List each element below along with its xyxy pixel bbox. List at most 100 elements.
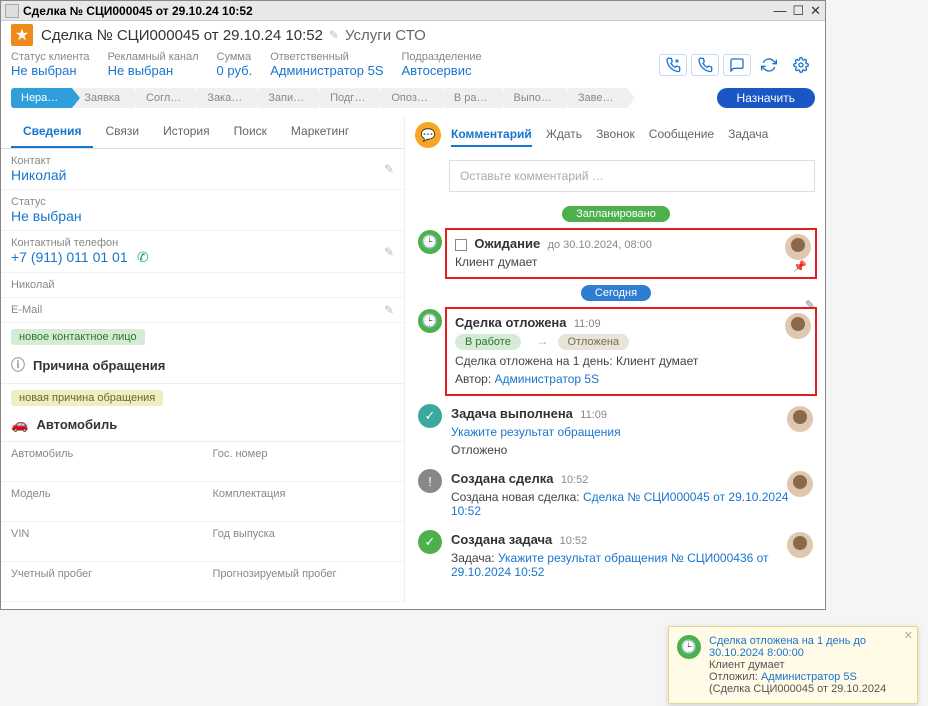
- section-auto[interactable]: 🚗 Автомобиль ✎: [1, 408, 404, 442]
- email-field[interactable]: E-Mail ✎: [1, 298, 404, 323]
- field-kompl[interactable]: Комплектация: [203, 482, 405, 522]
- contact-field[interactable]: Контакт Николай ✎: [1, 149, 404, 190]
- comment-main-icon: 💬: [415, 122, 441, 148]
- field-model[interactable]: Модель: [1, 482, 203, 522]
- stage-item[interactable]: Опоз…: [381, 88, 442, 108]
- task-created-link[interactable]: Укажите результат обращения № СЦИ000436 …: [451, 551, 769, 579]
- stage-item[interactable]: Выпо…: [504, 88, 566, 108]
- stage-bar: Нера… Заявка Согл… Зака… Запи… Подг… Опо…: [1, 84, 825, 116]
- field-predicted[interactable]: Прогнозируемый пробег: [203, 562, 405, 602]
- tl-task-created: ✓ Создана задача 10:52 Задача: Укажите р…: [415, 528, 817, 583]
- pill-to: Отложена: [558, 334, 630, 350]
- deal-subtitle: Услуги СТО: [345, 27, 426, 44]
- pill-from: В работе: [455, 334, 521, 350]
- comment-input[interactable]: Оставьте комментарий …: [449, 160, 815, 192]
- maximize-button[interactable]: ☐: [792, 3, 804, 19]
- avatar: [785, 234, 811, 260]
- edit-icon[interactable]: ✎: [384, 303, 394, 317]
- field-mileage[interactable]: Учетный пробег: [1, 562, 203, 602]
- arrow-icon: →: [536, 334, 548, 348]
- tag-new-reason: новая причина обращения: [11, 390, 163, 406]
- minimize-button[interactable]: —: [773, 3, 786, 19]
- rp-tab-message[interactable]: Сообщение: [649, 123, 714, 147]
- deal-title: Сделка № СЦИ000045 от 29.10.24 10:52: [41, 27, 323, 44]
- timeline: Запланировано 🕒 Ожидание до 30.10.2024, …: [415, 202, 825, 602]
- tl-deal-created-content[interactable]: Создана сделка 10:52 Создана новая сделк…: [445, 467, 817, 522]
- tab-marketing[interactable]: Маркетинг: [279, 116, 361, 148]
- pin-icon[interactable]: 📌: [793, 260, 807, 273]
- gear-icon[interactable]: [787, 54, 815, 76]
- rp-tab-comment[interactable]: Комментарий: [451, 123, 532, 147]
- left-tabs: Сведения Связи История Поиск Маркетинг: [1, 116, 404, 149]
- tl-task-created-content[interactable]: Создана задача 10:52 Задача: Укажите рез…: [445, 528, 817, 583]
- meta-responsible[interactable]: Ответственный Администратор 5S: [270, 51, 383, 78]
- tab-info[interactable]: Сведения: [11, 116, 93, 148]
- edit-icon[interactable]: ✎: [384, 162, 394, 176]
- toast-line1[interactable]: Сделка отложена на 1 день до 30.10.2024 …: [709, 635, 866, 659]
- avatar: [785, 313, 811, 339]
- auto-grid: Автомобиль Гос. номер Модель Комплектаци…: [1, 442, 404, 602]
- phone-field[interactable]: Контактный телефон +7 (911) 011 01 01 ✆ …: [1, 231, 404, 273]
- tl-task-done: ✓ Задача выполнена 11:09 Укажите результ…: [415, 402, 817, 461]
- stage-item[interactable]: В ра…: [444, 88, 502, 108]
- close-button[interactable]: ✕: [810, 3, 821, 19]
- avatar: [787, 406, 813, 432]
- stage-item[interactable]: Заявка: [74, 88, 134, 108]
- toast-author[interactable]: Администратор 5S: [761, 671, 857, 683]
- titlebar: Сделка № СЦИ000045 от 29.10.24 10:52 — ☐…: [1, 1, 825, 21]
- header: ★ Сделка № СЦИ000045 от 29.10.24 10:52 ✎…: [1, 21, 825, 49]
- stage-item[interactable]: Заве…: [568, 88, 628, 108]
- toast-close[interactable]: ✕: [904, 629, 913, 642]
- crm-window: Сделка № СЦИ000045 от 29.10.24 10:52 — ☐…: [0, 0, 826, 610]
- toast-notification[interactable]: ✕ 🕒 Сделка отложена на 1 день до 30.10.2…: [668, 626, 918, 704]
- field-gos[interactable]: Гос. номер: [203, 442, 405, 482]
- info-icon: ⓘ: [11, 355, 25, 375]
- field-vin[interactable]: VIN: [1, 522, 203, 562]
- call-in-icon[interactable]: [659, 54, 687, 76]
- check-icon: ✓: [418, 404, 442, 428]
- clock-icon: 🕒: [677, 635, 701, 659]
- assign-button[interactable]: Назначить: [717, 88, 815, 108]
- tab-links[interactable]: Связи: [93, 116, 151, 148]
- meta-division[interactable]: Подразделение Автосервис: [402, 51, 482, 78]
- tl-waiting: 🕒 Ожидание до 30.10.2024, 08:00 Клиент д…: [415, 228, 817, 279]
- stage-item[interactable]: Нера…: [11, 88, 72, 108]
- chat-icon[interactable]: [723, 54, 751, 76]
- clock-icon: 🕒: [418, 309, 442, 333]
- rp-tab-wait[interactable]: Ждать: [546, 123, 582, 147]
- rp-header: 💬 Комментарий Ждать Звонок Сообщение Зад…: [415, 116, 825, 154]
- doc-icon: [5, 4, 19, 18]
- stage-item[interactable]: Запи…: [258, 88, 318, 108]
- tl-task-done-content[interactable]: Задача выполнена 11:09 Укажите результат…: [445, 402, 817, 461]
- meta-row: Статус клиента Не выбран Рекламный канал…: [1, 49, 825, 84]
- tab-history[interactable]: История: [151, 116, 222, 148]
- call-out-icon[interactable]: [691, 54, 719, 76]
- section-reason[interactable]: ⓘ Причина обращения ✎: [1, 347, 404, 384]
- wait-checkbox[interactable]: [455, 239, 467, 251]
- star-icon: ★: [11, 24, 33, 46]
- author-link[interactable]: Администратор 5S: [495, 372, 600, 386]
- edit-icon[interactable]: ✎: [384, 245, 394, 259]
- tab-search[interactable]: Поиск: [222, 116, 279, 148]
- rp-tab-call[interactable]: Звонок: [596, 123, 635, 147]
- stage-item[interactable]: Согл…: [136, 88, 195, 108]
- field-car[interactable]: Автомобиль: [1, 442, 203, 482]
- name-under: Николай: [1, 273, 404, 298]
- refresh-icon[interactable]: [755, 54, 783, 76]
- rp-tabs: Комментарий Ждать Звонок Сообщение Задач…: [451, 123, 768, 147]
- tl-waiting-content[interactable]: Ожидание до 30.10.2024, 08:00 Клиент дум…: [445, 228, 817, 279]
- window-title: Сделка № СЦИ000045 от 29.10.24 10:52: [23, 4, 773, 18]
- meta-sum[interactable]: Сумма 0 руб.: [217, 51, 253, 78]
- toolbar: [659, 51, 815, 78]
- rp-tab-task[interactable]: Задача: [728, 123, 768, 147]
- stage-item[interactable]: Зака…: [197, 88, 256, 108]
- task-link[interactable]: Укажите результат обращения: [451, 425, 621, 439]
- phone-icon[interactable]: ✆: [137, 249, 149, 265]
- field-year[interactable]: Год выпуска: [203, 522, 405, 562]
- meta-ad-channel[interactable]: Рекламный канал Не выбран: [108, 51, 199, 78]
- tl-postponed-content[interactable]: Сделка отложена 11:09 В работе → Отложен…: [445, 307, 817, 396]
- meta-client-status[interactable]: Статус клиента Не выбран: [11, 51, 90, 78]
- status-field[interactable]: Статус Не выбран: [1, 190, 404, 231]
- avatar: [787, 471, 813, 497]
- stage-item[interactable]: Подг…: [320, 88, 379, 108]
